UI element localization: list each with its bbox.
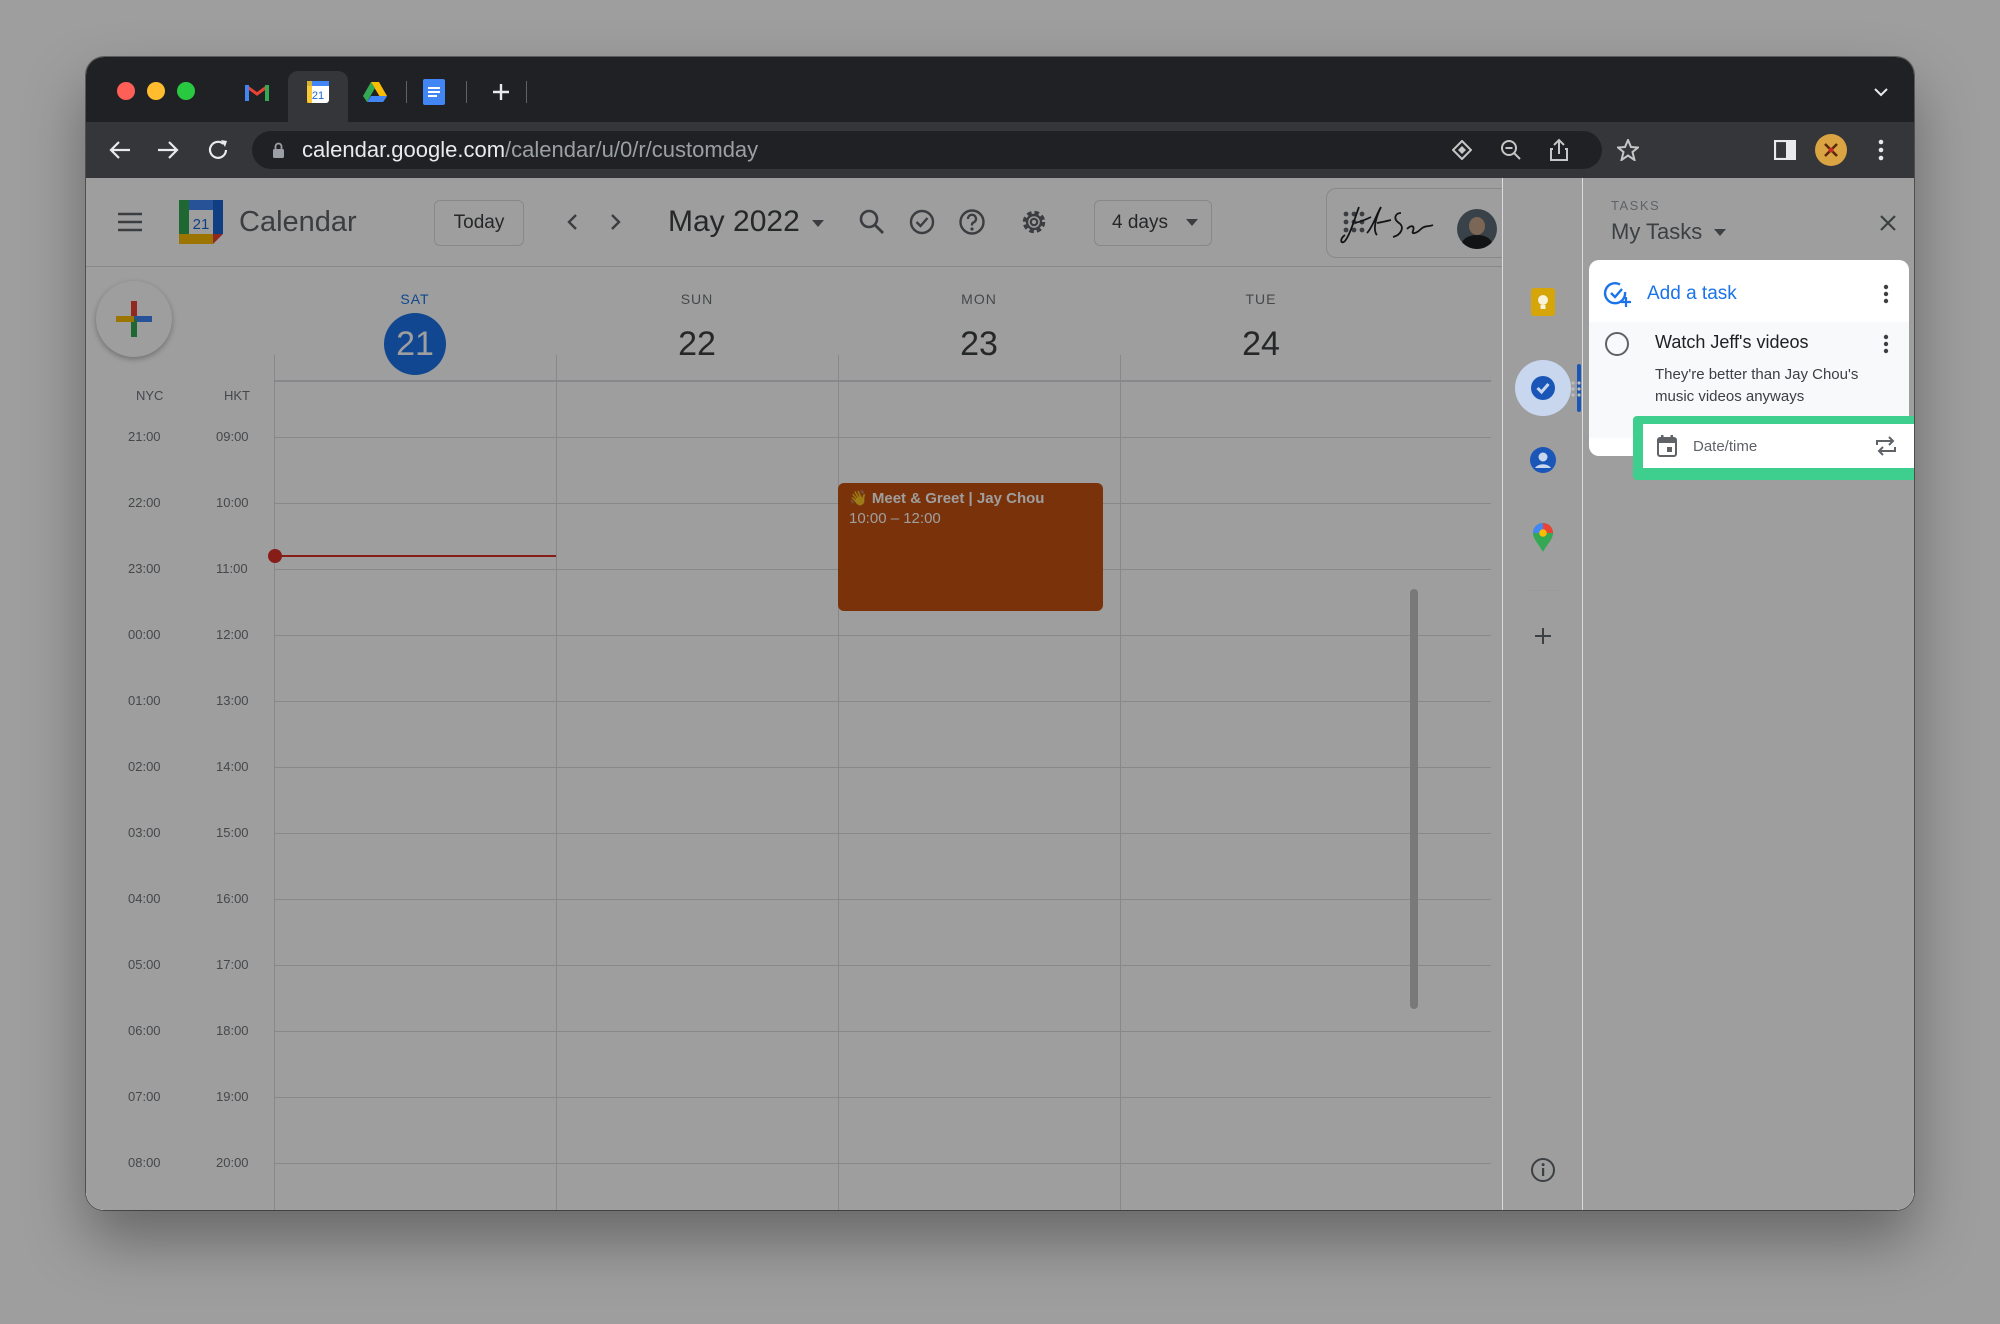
task-title[interactable]: Watch Jeff's videos: [1655, 330, 1809, 354]
toolbar: calendar.google.com/calendar/u/0/r/custo…: [86, 122, 1914, 178]
tasks-panel: TASKS My Tasks Add a task Watch Jeff's v…: [1571, 178, 1914, 1210]
task-card: Add a task Watch Jeff's videos They're b…: [1571, 260, 1914, 480]
side-panel-launcher: [1502, 178, 1583, 1210]
panel-heading: TASKS: [1611, 198, 1661, 213]
new-tab-button[interactable]: [488, 79, 514, 105]
windmill-icon: [1824, 143, 1838, 157]
maps-button[interactable]: [1523, 518, 1563, 558]
arrow-right-icon: [158, 141, 179, 159]
task-item[interactable]: Watch Jeff's videos They're better than …: [1589, 322, 1914, 480]
get-addons-button[interactable]: [1523, 616, 1563, 656]
kebab-menu-icon[interactable]: [1883, 284, 1889, 304]
page-content: 21 Calendar Today May 2022 4 days SAT 21…: [86, 178, 1914, 1210]
plus-icon: [1535, 628, 1551, 644]
star-icon[interactable]: [1617, 139, 1639, 161]
maps-pin-icon: [1533, 523, 1553, 552]
modal-scrim[interactable]: [86, 178, 1502, 1210]
close-panel-button[interactable]: [1873, 208, 1903, 238]
tab-separator: [526, 81, 527, 103]
tab-gmail[interactable]: [244, 79, 270, 105]
reload-button[interactable]: [204, 136, 232, 164]
info-button[interactable]: [1523, 1150, 1563, 1190]
dropdown-arrow-icon: [1714, 229, 1727, 237]
chevron-down-icon: [1874, 88, 1888, 97]
calendar-tab-icon: 21: [305, 79, 331, 105]
task-list-name: My Tasks: [1611, 219, 1703, 244]
tab-drive[interactable]: [362, 79, 388, 105]
task-list-selector[interactable]: My Tasks: [1611, 216, 1727, 248]
info-icon: [1531, 1158, 1555, 1182]
side-panel-icon[interactable]: [1774, 140, 1796, 160]
tab-separator: [406, 81, 407, 103]
close-icon: [1880, 215, 1896, 231]
drive-icon: [363, 82, 387, 102]
drag-handle-icon[interactable]: [1571, 380, 1581, 398]
share-icon[interactable]: [1549, 138, 1569, 162]
back-button[interactable]: [106, 136, 134, 164]
complete-task-checkbox[interactable]: [1605, 332, 1629, 356]
repeat-icon[interactable]: [1875, 436, 1897, 456]
tasks-button[interactable]: [1515, 360, 1571, 416]
docs-icon: [423, 79, 445, 105]
tab-search-button[interactable]: [1868, 79, 1894, 105]
forward-button[interactable]: [154, 136, 182, 164]
strip-divider: [1527, 590, 1559, 591]
task-notes[interactable]: They're better than Jay Chou's music vid…: [1655, 364, 1895, 408]
kebab-menu-icon[interactable]: [1878, 138, 1884, 162]
date-time-placeholder: Date/time: [1693, 437, 1758, 455]
gmail-icon: [245, 84, 269, 101]
tab-bar: 21: [86, 57, 1914, 122]
kebab-menu-icon[interactable]: [1883, 334, 1889, 354]
date-time-field[interactable]: Date/time: [1643, 424, 1914, 468]
arrow-left-icon: [109, 141, 130, 159]
close-window-button[interactable]: [117, 82, 135, 100]
extension-diamond-icon[interactable]: [1452, 140, 1472, 160]
add-task-label: Add a task: [1647, 283, 1737, 304]
keep-icon: [1531, 288, 1555, 316]
url-text: calendar.google.com/calendar/u/0/r/custo…: [302, 137, 759, 162]
lock-icon: [273, 142, 284, 158]
contacts-button[interactable]: [1523, 440, 1563, 480]
reload-icon: [208, 140, 228, 159]
svg-text:21: 21: [312, 90, 324, 102]
calendar-icon: 21: [307, 81, 329, 103]
zoom-window-button[interactable]: [177, 82, 195, 100]
strip-scrim: [1503, 178, 1583, 1210]
tab-separator: [466, 81, 467, 103]
minimize-window-button[interactable]: [147, 82, 165, 100]
tasks-icon: [1531, 376, 1555, 400]
browser-window: 21 calendar.google.com/calendar/u/0/r/cu…: [86, 57, 1914, 1210]
zoom-icon[interactable]: [1500, 139, 1522, 161]
calendar-small-icon: [1657, 435, 1677, 457]
add-task-button[interactable]: Add a task: [1603, 280, 1737, 308]
plus-icon: [493, 84, 509, 100]
add-task-icon: [1603, 282, 1631, 307]
keep-button[interactable]: [1523, 282, 1563, 322]
address-bar[interactable]: calendar.google.com/calendar/u/0/r/custo…: [252, 131, 1602, 169]
tab-docs[interactable]: [421, 79, 447, 105]
contacts-icon: [1530, 447, 1556, 473]
profile-avatar[interactable]: [1815, 134, 1847, 166]
